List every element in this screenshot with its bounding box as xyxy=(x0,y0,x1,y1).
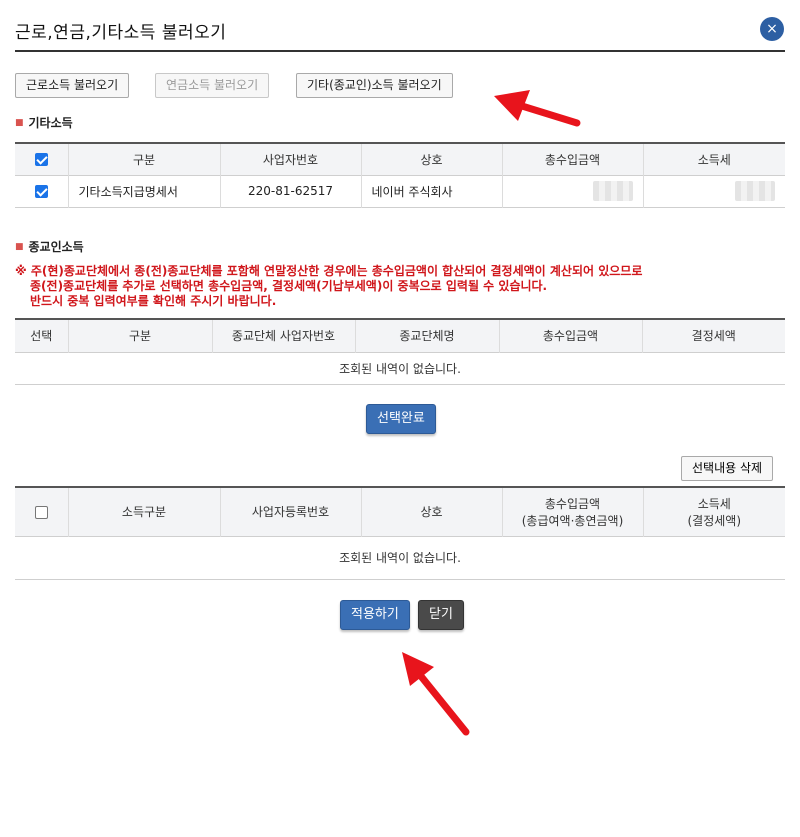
close-button[interactable]: 닫기 xyxy=(418,600,464,630)
income-tax-cell xyxy=(642,175,785,207)
column-header: 선택 xyxy=(15,319,69,352)
column-header-total: 총수입금액 (총급여액·총연금액) xyxy=(501,487,644,536)
load-pension-income-button[interactable]: 연금소득 불러오기 xyxy=(155,73,270,98)
column-header: 사업자등록번호 xyxy=(219,487,362,536)
select-all-checkbox[interactable] xyxy=(34,153,48,167)
income-type-cell: 기타소득지급명세서 xyxy=(67,175,221,207)
column-header: 소득세 xyxy=(642,143,785,175)
bullet-icon: ■ xyxy=(15,242,24,252)
column-header: 종교단체명 xyxy=(354,319,500,352)
load-other-income-button[interactable]: 기타(종교인)소득 불러오기 xyxy=(296,73,453,98)
company-cell: 네이버 주식회사 xyxy=(360,175,503,207)
empty-message: 조회된 내역이 없습니다. xyxy=(339,551,461,565)
column-header: 총수입금액 xyxy=(498,319,643,352)
select-all-header xyxy=(15,487,69,536)
column-header: 상호 xyxy=(360,143,503,175)
delete-selected-button[interactable]: 선택내용 삭제 xyxy=(681,456,774,481)
arrow-to-other-income-button xyxy=(494,90,581,127)
select-all-header xyxy=(15,143,69,175)
column-header: 총수입금액 xyxy=(501,143,644,175)
dialog-title: 근로,연금,기타소득 불러오기 xyxy=(15,23,227,43)
empty-row: 조회된 내역이 없습니다. xyxy=(15,352,785,384)
other-income-section-title: ■ 기타소득 xyxy=(15,116,73,130)
column-header: 소득구분 xyxy=(67,487,221,536)
empty-row: 조회된 내역이 없습니다. xyxy=(15,536,785,579)
apply-button[interactable]: 적용하기 xyxy=(340,600,410,630)
table-row[interactable]: 기타소득지급명세서 220-81-62517 네이버 주식회사 xyxy=(15,175,785,207)
row-checkbox[interactable] xyxy=(34,185,48,198)
dialog-header: 근로,연금,기타소득 불러오기 × xyxy=(15,16,785,52)
biz-number-cell: 220-81-62517 xyxy=(219,175,362,207)
other-income-table: 구분 사업자번호 상호 총수입금액 소득세 기타소득지급명세서 220-81-6… xyxy=(15,142,785,208)
column-header: 상호 xyxy=(360,487,503,536)
redacted-value xyxy=(735,181,775,201)
column-header: 사업자번호 xyxy=(219,143,362,175)
column-header: 결정세액 xyxy=(641,319,785,352)
empty-message: 조회된 내역이 없습니다. xyxy=(339,361,461,376)
column-header-tax: 소득세 (결정세액) xyxy=(642,487,785,536)
redacted-value xyxy=(592,181,633,201)
close-icon[interactable]: × xyxy=(760,17,784,41)
column-header: 구분 xyxy=(67,143,221,175)
religious-income-table: 선택 구분 종교단체 사업자번호 종교단체명 총수입금액 결정세액 조회된 내역… xyxy=(15,318,785,385)
duplicate-warning-notice: ※ 주(현)종교단체에서 종(전)종교단체를 포함해 연말정산한 경우에는 총수… xyxy=(15,264,643,308)
select-done-button[interactable]: 선택완료 xyxy=(366,404,436,434)
select-all-checkbox[interactable] xyxy=(34,505,48,519)
arrow-to-apply-button xyxy=(402,652,470,736)
summary-table: 소득구분 사업자등록번호 상호 총수입금액 (총급여액·총연금액) 소득세 (결… xyxy=(15,486,785,580)
total-income-cell xyxy=(501,175,644,207)
load-earned-income-button[interactable]: 근로소득 불러오기 xyxy=(15,73,130,98)
religious-income-section-title: ■ 종교인소득 xyxy=(15,240,84,254)
column-header: 종교단체 사업자번호 xyxy=(211,319,356,352)
column-header: 구분 xyxy=(67,319,213,352)
bullet-icon: ■ xyxy=(15,118,24,128)
